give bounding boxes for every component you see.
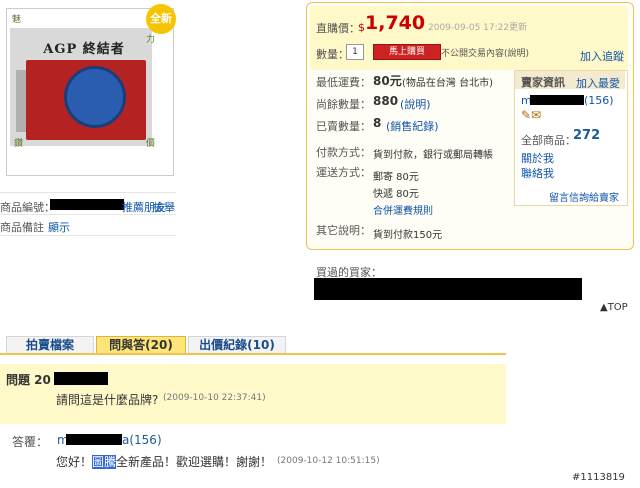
- question-text: 請問這是什麼品牌?: [56, 393, 159, 407]
- stock-info-link[interactable]: (說明): [400, 96, 431, 112]
- seller-name-redacted: [530, 95, 584, 105]
- photo-corner-bl: 鑽: [14, 139, 24, 149]
- answer-time: (2009-10-12 10:51:15): [277, 456, 380, 466]
- product-code-redacted: [50, 199, 124, 210]
- divider: [0, 214, 176, 215]
- photo-corner-br: 價: [146, 139, 156, 149]
- other-value: 貨到付款150元: [373, 230, 443, 241]
- other-label: 其它說明：: [316, 224, 371, 237]
- answer-text-end: 全新產品！歡迎選購！謝謝！: [116, 455, 273, 469]
- product-note-label: 商品備註: [0, 221, 44, 234]
- sold-label: 已賣數量：: [316, 120, 371, 133]
- seller-header: 賣家資訊: [521, 76, 565, 89]
- delivery-express: 快遞 80元: [373, 189, 419, 200]
- sold-value: 8: [373, 116, 382, 130]
- answer-seller-redacted: [66, 434, 122, 445]
- price-value: 1,740: [365, 12, 426, 34]
- combined-shipping-link[interactable]: 合併運費規則: [373, 202, 433, 217]
- gpu-bracket-image: [16, 70, 26, 132]
- buy-now-button[interactable]: 馬上購買: [373, 44, 441, 60]
- new-badge: 全新: [146, 4, 176, 34]
- price-currency: $: [358, 21, 365, 34]
- report-link[interactable]: 檢舉: [153, 199, 175, 215]
- shipping-label: 最低運費：: [316, 76, 371, 89]
- price-updated: 2009-09-05 17:22更新: [428, 23, 528, 33]
- contact-me-link[interactable]: 聯絡我: [521, 165, 554, 181]
- delivery-label: 運送方式：: [316, 166, 371, 179]
- tab-qa[interactable]: 問與答(20): [96, 336, 186, 354]
- stock-label: 尚餘數量：: [316, 98, 371, 111]
- divider: [0, 192, 176, 193]
- about-me-link[interactable]: 關於我: [521, 150, 554, 166]
- seller-rating[interactable]: (156): [584, 94, 614, 107]
- total-items-label: 全部商品：: [521, 134, 576, 147]
- answer-label: 答覆：: [12, 435, 49, 449]
- gpu-fan-image: [64, 66, 126, 128]
- delivery-mail: 郵寄 80元: [373, 172, 419, 183]
- watermark: #1113819: [572, 472, 625, 483]
- answer-text: 您好！圖騰全新產品！歡迎選購！謝謝！: [56, 453, 272, 470]
- answer-seller-rating[interactable]: a(156): [122, 433, 162, 447]
- answer-text-start: 您好！: [56, 455, 93, 469]
- asker-redacted: [54, 372, 108, 385]
- question-title: 問題 20: [6, 373, 51, 387]
- question-time: (2009-10-10 22:37:41): [163, 393, 266, 403]
- total-items-value[interactable]: 272: [573, 128, 600, 143]
- buy-note[interactable]: 不公開交易內容(說明): [441, 46, 529, 59]
- photo-corner-tr: 力: [146, 35, 156, 45]
- shipping-value: 80元: [373, 74, 402, 88]
- stock-value: 880: [373, 94, 399, 108]
- payment-value: 貨到付款，銀行或郵局轉帳: [373, 150, 493, 161]
- buyers-redacted: [314, 278, 582, 300]
- sales-record-link[interactable]: (銷售紀錄): [386, 118, 439, 134]
- qty-input[interactable]: 1: [346, 44, 364, 60]
- product-code-label: 商品編號：: [0, 201, 55, 214]
- qty-label: 數量：: [316, 48, 349, 61]
- payment-label: 付款方式：: [316, 146, 371, 159]
- shipping-note: (物品在台灣 台北市): [402, 78, 493, 89]
- note-show-link[interactable]: 顯示: [48, 219, 70, 235]
- watch-link[interactable]: 加入追蹤: [580, 48, 624, 64]
- photo-title: AGP 終結者: [43, 42, 125, 57]
- add-favorite-link[interactable]: 加入最愛: [576, 75, 620, 91]
- tab-bid-record[interactable]: 出價紀錄(10): [188, 336, 286, 354]
- seller-badge-icons: ✎✉: [521, 108, 542, 122]
- photo-corner-tl: 魅: [12, 15, 22, 25]
- tabs-underline: [0, 353, 506, 355]
- divider: [0, 235, 176, 236]
- back-to-top-link[interactable]: ▲TOP: [600, 302, 628, 313]
- message-seller-link[interactable]: 留言信詢給賣家: [549, 189, 619, 204]
- tab-auction-file[interactable]: 拍賣檔案: [6, 336, 94, 354]
- price-label: 直購價：: [316, 22, 360, 35]
- answer-highlight: 圖騰: [92, 455, 117, 469]
